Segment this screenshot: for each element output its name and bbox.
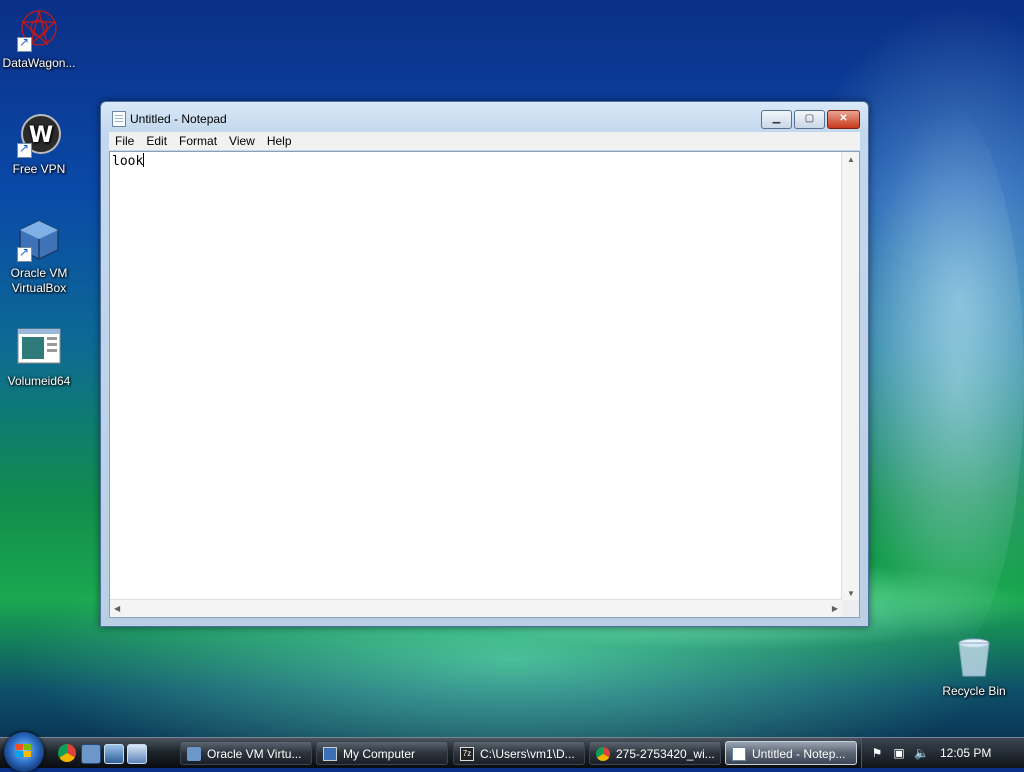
- title-bar[interactable]: Untitled - Notepad ▁ ▢ ✕: [101, 102, 868, 132]
- desktop-icon-recycle-bin[interactable]: Recycle Bin: [932, 636, 1016, 699]
- taskbar-item-label: Oracle VM Virtu...: [207, 747, 302, 761]
- switch-windows-icon[interactable]: [127, 744, 147, 764]
- resize-grip-icon[interactable]: [842, 600, 859, 617]
- taskbar-item-label: C:\Users\vm1\D...: [480, 747, 575, 761]
- virtualbox-icon: [187, 747, 201, 761]
- editor-content[interactable]: look: [112, 153, 145, 169]
- desktop-icon-label: Recycle Bin: [942, 684, 1006, 698]
- scroll-down-icon[interactable]: ▼: [847, 589, 855, 598]
- notepad-icon: [732, 747, 746, 761]
- menu-edit[interactable]: Edit: [140, 132, 173, 150]
- desktop-icon-label: DataWagon...: [2, 56, 76, 70]
- shortcut-arrow-icon: [17, 35, 32, 52]
- scroll-up-icon[interactable]: ▲: [847, 155, 855, 164]
- scroll-right-icon[interactable]: ▶: [832, 604, 838, 613]
- close-icon: ✕: [839, 113, 848, 124]
- menu-format[interactable]: Format: [173, 132, 223, 150]
- desktop-icon-free-vpn[interactable]: W Free VPN: [0, 114, 81, 177]
- minimize-button[interactable]: ▁: [761, 110, 792, 129]
- desktop-icon-datawagon[interactable]: DataWagon...: [0, 8, 81, 71]
- document-text: look: [112, 154, 144, 169]
- start-button[interactable]: [4, 732, 44, 772]
- menu-view[interactable]: View: [223, 132, 261, 150]
- shortcut-arrow-icon: [17, 245, 32, 262]
- taskbar: Oracle VM Virtu... My Computer 7z C:\Use…: [0, 732, 1024, 772]
- taskbar-item-label: Untitled - Notep...: [752, 747, 846, 761]
- free-vpn-icon: W: [17, 114, 61, 158]
- horizontal-scrollbar[interactable]: ◀ ▶: [110, 599, 842, 617]
- close-button[interactable]: ✕: [827, 110, 860, 129]
- taskbar-item-chrome[interactable]: 275-2753420_wi...: [589, 741, 721, 765]
- scroll-left-icon[interactable]: ◀: [114, 604, 120, 613]
- taskbar-item-notepad[interactable]: Untitled - Notep...: [725, 741, 857, 765]
- windows-logo-icon: [16, 744, 32, 758]
- taskbar-item-virtualbox[interactable]: Oracle VM Virtu...: [180, 741, 312, 765]
- shortcut-arrow-icon: [17, 141, 32, 158]
- minimize-icon: ▁: [772, 113, 781, 124]
- chrome-icon: [596, 747, 610, 761]
- show-desktop-icon[interactable]: [104, 744, 124, 764]
- menu-bar: File Edit Format View Help: [109, 132, 860, 150]
- virtualbox-icon: [17, 218, 61, 262]
- text-caret: [143, 153, 145, 167]
- notepad-icon: [112, 111, 126, 127]
- menu-file[interactable]: File: [109, 132, 140, 150]
- desktop-icon-virtualbox[interactable]: Oracle VM VirtualBox: [0, 218, 81, 296]
- svg-text:W: W: [29, 123, 53, 148]
- wallpaper-light-band: [860, 100, 1024, 660]
- menu-help[interactable]: Help: [261, 132, 298, 150]
- virtualbox-icon[interactable]: [81, 744, 101, 764]
- volumeid-icon: [17, 326, 61, 370]
- datawagon-icon: [17, 8, 61, 52]
- text-editor[interactable]: look ▲ ▼ ◀ ▶: [109, 151, 860, 618]
- volume-icon[interactable]: 🔈: [914, 746, 929, 760]
- desktop-icon-label: Volumeid64: [7, 374, 71, 388]
- maximize-button[interactable]: ▢: [794, 110, 825, 129]
- recycle-bin-icon: [952, 636, 996, 680]
- taskbar-item-label: 275-2753420_wi...: [616, 747, 715, 761]
- system-tray: ⚑ ▣ 🔈 12:05 PM: [861, 738, 1024, 768]
- taskbar-item-7zip[interactable]: 7z C:\Users\vm1\D...: [453, 741, 585, 765]
- action-center-icon[interactable]: ⚑: [870, 746, 884, 760]
- maximize-icon: ▢: [804, 113, 815, 124]
- window-title: Untitled - Notepad: [130, 112, 227, 126]
- clock[interactable]: 12:05 PM: [940, 746, 991, 760]
- taskbar-item-my-computer[interactable]: My Computer: [316, 741, 448, 765]
- taskbar-item-label: My Computer: [343, 747, 416, 761]
- vertical-scrollbar[interactable]: ▲ ▼: [841, 152, 859, 601]
- network-icon[interactable]: ▣: [892, 746, 906, 760]
- desktop-icon-label: Free VPN: [12, 162, 66, 176]
- chrome-icon[interactable]: [58, 744, 76, 762]
- notepad-window[interactable]: Untitled - Notepad ▁ ▢ ✕ File Edit Format V…: [100, 101, 869, 627]
- desktop-icon-label: Oracle VM VirtualBox: [10, 266, 68, 295]
- computer-icon: [323, 747, 337, 761]
- 7zip-icon: 7z: [460, 747, 474, 761]
- desktop-icon-volumeid[interactable]: Volumeid64: [0, 326, 81, 389]
